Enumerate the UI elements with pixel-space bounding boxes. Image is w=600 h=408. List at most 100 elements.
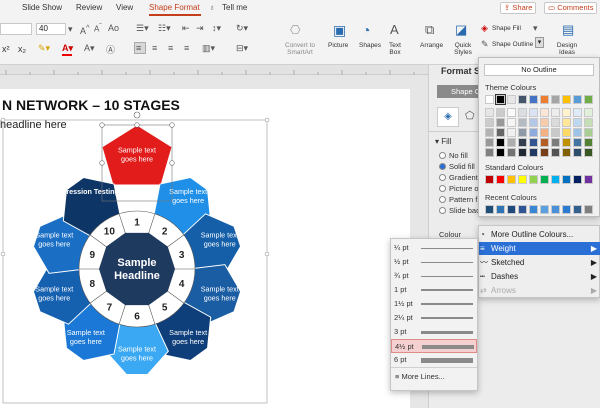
- format-painter-icon[interactable]: Ao: [108, 23, 119, 33]
- theme-shade-swatch[interactable]: [507, 118, 516, 127]
- theme-shade-swatch[interactable]: [540, 138, 549, 147]
- theme-shade-swatch[interactable]: [529, 108, 538, 117]
- standard-colour-swatch[interactable]: [551, 175, 560, 184]
- theme-shade-swatch[interactable]: [540, 118, 549, 127]
- theme-shade-swatch[interactable]: [507, 138, 516, 147]
- theme-shade-swatch[interactable]: [584, 128, 593, 137]
- theme-shade-swatch[interactable]: [573, 108, 582, 117]
- theme-shade-swatch[interactable]: [551, 118, 560, 127]
- shape-outline-label[interactable]: Shape Outline: [492, 41, 533, 48]
- fill-option-5[interactable]: Slide bac: [439, 206, 480, 215]
- picture-label[interactable]: Picture: [328, 42, 348, 49]
- font-name-field[interactable]: [0, 23, 32, 35]
- selection-handle[interactable]: [134, 122, 140, 128]
- bullets-icon[interactable]: ☰▾: [136, 23, 149, 34]
- recent-colour-swatch[interactable]: [573, 205, 582, 214]
- weight-option[interactable]: 3 pt: [391, 325, 477, 339]
- fill-option-3[interactable]: Picture o: [439, 184, 479, 193]
- theme-colour-swatch[interactable]: [584, 95, 593, 104]
- fill-line-icon[interactable]: ◈: [437, 107, 459, 127]
- numbering-icon[interactable]: ☷▾: [158, 23, 171, 34]
- recent-colour-swatch[interactable]: [584, 205, 593, 214]
- selection-handle[interactable]: [99, 122, 105, 128]
- weight-option[interactable]: ½ pt: [391, 255, 477, 269]
- shape-options-tab[interactable]: Shape O: [437, 85, 481, 98]
- theme-shade-swatch[interactable]: [540, 128, 549, 137]
- theme-shade-swatch[interactable]: [573, 148, 582, 157]
- theme-colour-swatch[interactable]: [573, 95, 582, 104]
- selection-handle[interactable]: [99, 160, 105, 166]
- shapes-label[interactable]: Shapes: [359, 42, 381, 49]
- tab-shape-format[interactable]: Shape Format: [149, 3, 200, 12]
- theme-shade-swatch[interactable]: [573, 128, 582, 137]
- theme-shade-swatch[interactable]: [507, 128, 516, 137]
- theme-shade-swatch[interactable]: [584, 148, 593, 157]
- weight-option[interactable]: ¾ pt: [391, 269, 477, 283]
- weight-option[interactable]: ¼ pt: [391, 241, 477, 255]
- rotate-handle[interactable]: [133, 111, 141, 119]
- theme-shade-swatch[interactable]: [507, 108, 516, 117]
- theme-shade-swatch[interactable]: [562, 108, 571, 117]
- standard-colour-swatch[interactable]: [496, 175, 505, 184]
- quick-styles-label[interactable]: Quick Styles: [452, 42, 474, 56]
- design-ideas-label[interactable]: Design Ideas: [554, 42, 580, 56]
- recent-colour-swatch[interactable]: [507, 205, 516, 214]
- weight-option[interactable]: 1½ pt: [391, 297, 477, 311]
- sketched-item[interactable]: 〰 Sketched ▶: [479, 256, 600, 269]
- arrange-label[interactable]: Arrange: [420, 42, 443, 49]
- align-center-icon[interactable]: ≡: [152, 43, 157, 53]
- line-spacing-icon[interactable]: ↕▾: [212, 23, 221, 34]
- shape-outline-dropdown[interactable]: ▾: [535, 37, 544, 48]
- standard-colour-swatch[interactable]: [584, 175, 593, 184]
- theme-shade-swatch[interactable]: [573, 118, 582, 127]
- theme-colour-swatch[interactable]: [540, 95, 549, 104]
- recent-colour-swatch[interactable]: [485, 205, 494, 214]
- theme-shade-swatch[interactable]: [551, 148, 560, 157]
- theme-shade-swatch[interactable]: [584, 138, 593, 147]
- theme-shade-swatch[interactable]: [529, 148, 538, 157]
- clear-format-icon[interactable]: Ⓐ: [106, 43, 115, 56]
- quick-styles-icon[interactable]: ◪: [455, 22, 467, 38]
- design-ideas-icon[interactable]: ▤: [562, 22, 574, 38]
- theme-shade-swatch[interactable]: [551, 128, 560, 137]
- theme-shade-swatch[interactable]: [518, 118, 527, 127]
- selection-handle[interactable]: [264, 117, 270, 123]
- tab-review[interactable]: Review: [76, 3, 102, 12]
- recent-colour-swatch[interactable]: [562, 205, 571, 214]
- fill-option-2[interactable]: Gradient: [439, 173, 478, 182]
- theme-colour-swatch[interactable]: [507, 95, 516, 104]
- theme-shade-swatch[interactable]: [485, 128, 494, 137]
- theme-shade-swatch[interactable]: [562, 118, 571, 127]
- theme-shade-swatch[interactable]: [529, 128, 538, 137]
- fill-option-4[interactable]: Pattern f: [439, 195, 477, 204]
- theme-shade-swatch[interactable]: [529, 138, 538, 147]
- selection-handle[interactable]: [0, 251, 6, 257]
- theme-shade-swatch[interactable]: [562, 128, 571, 137]
- slide-canvas[interactable]: N NETWORK – 10 STAGES headline here Samp…: [0, 75, 428, 408]
- theme-colour-swatch[interactable]: [562, 95, 571, 104]
- recent-colour-swatch[interactable]: [518, 205, 527, 214]
- weight-option[interactable]: 1 pt: [391, 283, 477, 297]
- fill-option-0[interactable]: No fill: [439, 151, 468, 160]
- decrease-font-icon[interactable]: Aˇ: [94, 23, 102, 34]
- theme-shade-swatch[interactable]: [551, 108, 560, 117]
- smartart-icon[interactable]: ⎔: [290, 23, 300, 37]
- theme-shade-swatch[interactable]: [584, 108, 593, 117]
- theme-shade-swatch[interactable]: [507, 148, 516, 157]
- columns-icon[interactable]: ▥▾: [202, 43, 215, 54]
- standard-colour-swatch[interactable]: [573, 175, 582, 184]
- shape-fill-chevron-icon[interactable]: ▾: [533, 23, 538, 34]
- recent-colour-swatch[interactable]: [529, 205, 538, 214]
- more-outline-colours-item[interactable]: ◔ More Outline Colours...: [479, 228, 600, 241]
- recent-colour-swatch[interactable]: [540, 205, 549, 214]
- theme-shade-swatch[interactable]: [518, 128, 527, 137]
- recent-colour-swatch[interactable]: [496, 205, 505, 214]
- tell-me-search[interactable]: Tell me: [222, 3, 247, 12]
- theme-shade-swatch[interactable]: [496, 128, 505, 137]
- subscript-icon[interactable]: x₂: [18, 44, 26, 54]
- text-effects-icon[interactable]: A▾: [84, 43, 95, 54]
- weight-option[interactable]: 2¼ pt: [391, 311, 477, 325]
- font-size-field[interactable]: 40: [36, 23, 66, 35]
- text-direction-icon[interactable]: ↻▾: [236, 23, 248, 34]
- comments-button[interactable]: ▭ Comments: [544, 2, 598, 14]
